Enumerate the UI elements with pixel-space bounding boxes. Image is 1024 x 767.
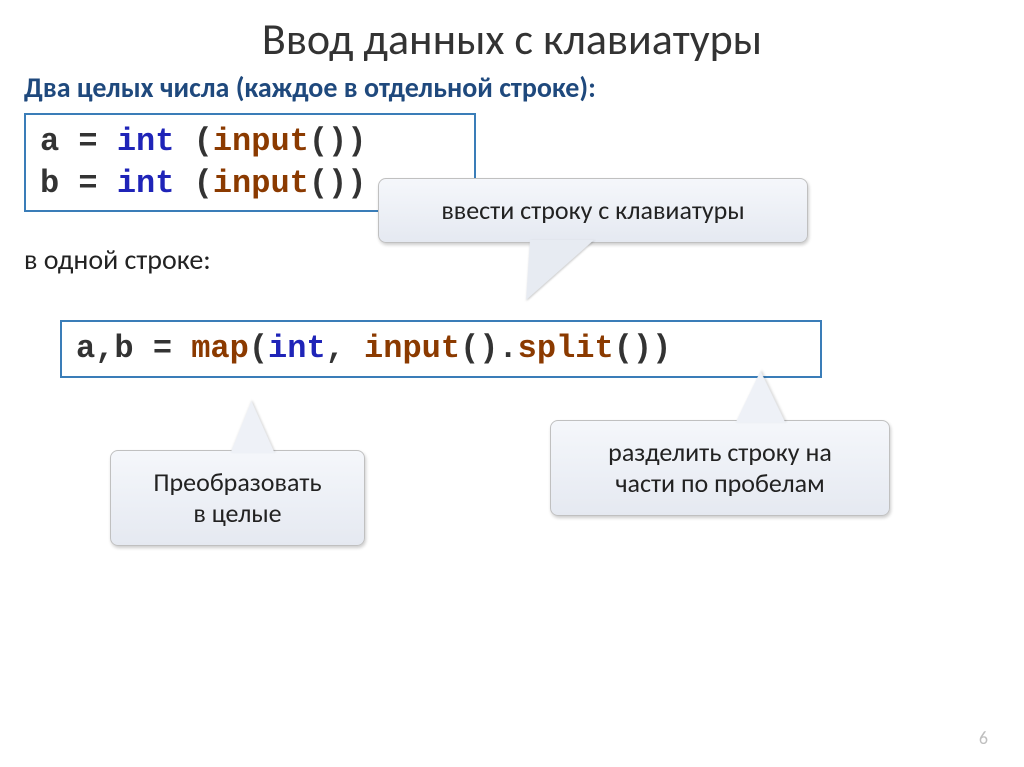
callout-split: разделить строку на части по пробелам: [550, 420, 890, 516]
page-number: 6: [979, 727, 988, 749]
slide-title: Ввод данных с клавиатуры: [24, 12, 1000, 66]
slide-subtitle: Два целых числа (каждое в отдельной стро…: [24, 70, 1000, 105]
callout-tail-icon: [221, 401, 274, 453]
inline-text: в одной строке:: [24, 242, 1000, 277]
callout-tail-icon: [735, 371, 796, 423]
code-line-1: a = int (input()): [40, 121, 460, 163]
code-block-single-line: a,b = map(int, input().split()): [60, 320, 822, 378]
callout-convert: Преобразовать в целые: [110, 450, 365, 546]
callout-input: ввести строку с клавиатуры: [378, 178, 808, 243]
